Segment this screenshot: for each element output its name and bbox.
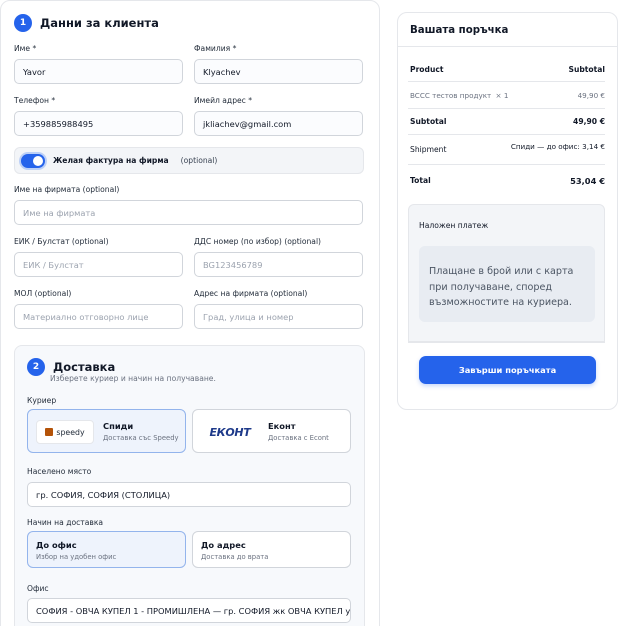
delivery-subtitle: Изберете куриер и начин на получаване. <box>50 374 216 383</box>
company-name-field[interactable]: Име на фирмата <box>14 200 363 225</box>
econt-logo: ЕКОНТ <box>201 420 259 444</box>
item-divider <box>408 108 605 109</box>
method-name: До адрес <box>201 540 246 550</box>
header-divider <box>408 81 605 82</box>
mol-field[interactable]: Материално отговорно лице <box>14 304 183 329</box>
delivery-method-label: Начин на доставка <box>27 518 104 527</box>
method-option-office[interactable]: До офис Избор на удобен офис <box>27 531 186 568</box>
order-item-name: BCCC тестов продукт × 1 <box>410 91 508 100</box>
method-desc: Избор на удобен офис <box>36 553 117 561</box>
method-desc: Доставка до врата <box>201 553 269 561</box>
last-name-field[interactable]: Klyachev <box>194 59 363 84</box>
item-qty: × 1 <box>495 91 509 100</box>
shipment-value: Спиди — до офис: 3,14 € <box>510 142 605 151</box>
subtotal-label: Subtotal <box>410 117 447 126</box>
customer-section-header: 1 Данни за клиента <box>14 14 159 32</box>
step-badge-1: 1 <box>14 14 32 32</box>
last-name-label: Фамилия * <box>194 44 237 53</box>
courier-option-econt[interactable]: ЕКОНТ Еконт Доставка с Econt <box>192 409 351 453</box>
company-address-field[interactable]: Град, улица и номер <box>194 304 363 329</box>
col-subtotal-header: Subtotal <box>568 65 605 74</box>
invoice-optional-label: (optional) <box>180 156 218 165</box>
courier-name: Еконт <box>268 421 296 431</box>
order-item-price: 49,90 € <box>577 91 605 100</box>
customer-section-title: Данни за клиента <box>40 16 159 30</box>
place-order-button[interactable]: Завърши поръчката <box>419 356 596 384</box>
method-option-address[interactable]: До адрес Доставка до врата <box>192 531 351 568</box>
phone-field[interactable]: +359885988495 <box>14 111 183 136</box>
step-badge-2: 2 <box>27 358 45 376</box>
first-name-field[interactable]: Yavor <box>14 59 183 84</box>
total-label: Total <box>410 176 431 185</box>
payment-divider <box>408 342 605 343</box>
payment-method-title: Наложен платеж <box>419 221 489 230</box>
office-label: Офис <box>27 584 49 593</box>
city-label: Населено място <box>27 467 92 476</box>
invoice-toggle-row[interactable]: Желая фактура на фирма (optional) <box>14 147 364 174</box>
email-field[interactable]: jkliachev@gmail.com <box>194 111 363 136</box>
courier-label: Куриер <box>27 396 57 405</box>
mol-label: МОЛ (optional) <box>14 289 72 298</box>
eik-field[interactable]: ЕИК / Булстат <box>14 252 183 277</box>
method-name: До офис <box>36 540 77 550</box>
order-title-divider <box>398 46 617 47</box>
speedy-logo-mark <box>45 428 54 436</box>
company-name-label: Име на фирмата (optional) <box>14 185 120 194</box>
first-name-label: Име * <box>14 44 37 53</box>
office-field[interactable]: СОФИЯ - ОВЧА КУПЕЛ 1 - ПРОМИШЛЕНА — гр. … <box>27 598 351 623</box>
order-title: Вашата поръчка <box>410 25 509 36</box>
shipment-label: Shipment <box>410 145 447 154</box>
shipment-divider <box>408 164 605 165</box>
vat-label: ДДС номер (по избор) (optional) <box>194 237 322 246</box>
courier-option-speedy[interactable]: speedy Спиди Доставка със Speedy <box>27 409 186 453</box>
phone-label: Телефон * <box>14 96 56 105</box>
delivery-section-title: Доставка <box>53 360 116 374</box>
subtotal-divider <box>408 134 605 135</box>
vat-field[interactable]: BG123456789 <box>194 252 363 277</box>
speedy-logo: speedy <box>36 420 94 444</box>
eik-label: ЕИК / Булстат (optional) <box>14 237 109 246</box>
courier-desc: Доставка с Econt <box>268 434 329 442</box>
subtotal-value: 49,90 € <box>573 117 605 126</box>
city-field[interactable]: гр. СОФИЯ, СОФИЯ (СТОЛИЦА) <box>27 482 351 507</box>
invoice-toggle[interactable] <box>21 153 45 168</box>
company-address-label: Адрес на фирмата (optional) <box>194 289 308 298</box>
courier-name: Спиди <box>103 421 134 431</box>
invoice-toggle-label: Желая фактура на фирма <box>53 156 169 165</box>
item-name: BCCC тестов продукт <box>410 91 492 100</box>
payment-method-description: Плащане в брой или с карта при получаван… <box>419 246 595 322</box>
col-product-header: Product <box>410 65 444 74</box>
speedy-logo-text: speedy <box>56 427 85 437</box>
total-value: 53,04 € <box>570 176 605 186</box>
email-label: Имейл адрес * <box>194 96 253 105</box>
courier-desc: Доставка със Speedy <box>103 434 179 442</box>
